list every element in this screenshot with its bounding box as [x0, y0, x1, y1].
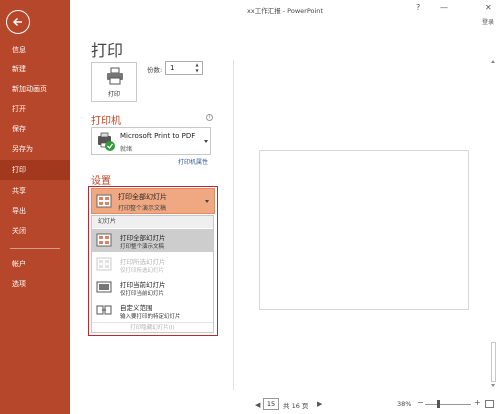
page-title: 打印 [91, 41, 124, 60]
all-slides-icon [96, 233, 112, 247]
title-bar: xx工作汇报 - PowerPoint ? — ✕ [70, 0, 500, 20]
help-button[interactable]: ? [416, 3, 420, 12]
chevron-down-icon [204, 140, 208, 143]
zoom-slider[interactable] [425, 404, 471, 405]
menu-item-custom-range[interactable]: 自定义范围 输入要打印的特定幻灯片 [92, 299, 213, 322]
menu-item-print-all-slides[interactable]: 打印全部幻灯片 打印整个演示文稿 [92, 229, 213, 252]
sidebar-item-save-as[interactable]: 另存为 [0, 139, 70, 159]
menu-item-description: 输入要打印的特定幻灯片 [120, 314, 181, 320]
print-button-label: 打印 [107, 91, 120, 98]
current-slide-icon [96, 281, 112, 293]
back-arrow-icon [12, 17, 22, 27]
zoom-in-icon[interactable]: + [474, 398, 481, 407]
sidebar-item-options[interactable]: 选项 [0, 274, 70, 294]
sidebar-item-new-animation-page[interactable]: 新加动画页 [0, 79, 70, 99]
settings-section-title: 设置 [91, 176, 111, 187]
menu-item-label: 打印全部幻灯片 [120, 234, 166, 242]
printer-icon [107, 67, 123, 85]
sidebar-item-new[interactable]: 新建 [0, 59, 70, 79]
menu-item-label: 自定义范围 [120, 304, 153, 312]
page-number-input[interactable]: 15 [263, 398, 279, 410]
sidebar-item-account[interactable]: 帐户 [0, 254, 70, 274]
preview-scrollbar[interactable] [490, 60, 497, 390]
slides-range-select[interactable]: 打印全部幻灯片 打印整个演示文稿 [91, 188, 215, 214]
minimize-button[interactable]: — [440, 3, 448, 12]
menu-group-header: 幻灯片 [92, 216, 213, 228]
selected-option-description: 打印整个演示文稿 [118, 205, 167, 212]
backstage-sidebar: 信息 新建 新加动画页 打开 保存 另存为 打印 共享 导出 关闭 帐户 选项 [0, 0, 70, 414]
scrollbar-thumb[interactable] [491, 342, 496, 382]
printer-section-title: 打印机 [91, 116, 121, 127]
fit-to-window-icon[interactable] [485, 400, 494, 408]
sidebar-item-close[interactable]: 关闭 [0, 221, 70, 241]
sidebar-item-info[interactable]: 信息 [0, 40, 70, 60]
sidebar-item-share[interactable]: 共享 [0, 181, 70, 201]
menu-item-label: 打印所选幻灯片 [120, 258, 166, 266]
copies-value: 1 [170, 64, 175, 72]
menu-item-print-current-slide[interactable]: 打印当前幻灯片 仅打印当前幻灯片 [92, 276, 213, 299]
previous-page-icon[interactable]: ◀ [255, 401, 260, 409]
menu-item-description: 仅打印当前幻灯片 [120, 291, 165, 297]
printer-properties-link[interactable]: 打印机属性 [178, 157, 208, 166]
info-icon[interactable]: i [206, 114, 213, 121]
decrement-icon[interactable]: ▼ [194, 68, 200, 74]
printer-name: Microsoft Print to PDF [120, 132, 196, 140]
sidebar-item-export[interactable]: 导出 [0, 201, 70, 221]
pane-divider [233, 60, 234, 390]
menu-item-description: 打印整个演示文稿 [120, 244, 165, 250]
printer-select[interactable]: Microsoft Print to PDF 就绪 [91, 127, 211, 155]
custom-range-icon [96, 305, 112, 315]
slide-preview [259, 150, 469, 310]
zoom-level[interactable]: 38% [397, 400, 411, 408]
selected-option-label: 打印全部幻灯片 [118, 193, 167, 201]
next-page-icon[interactable]: ▶ [317, 400, 322, 408]
printer-ready-icon [98, 132, 115, 151]
menu-item-label: 打印当前幻灯片 [120, 281, 166, 289]
copies-label: 份数: [147, 66, 163, 74]
chevron-down-icon [205, 200, 209, 203]
sign-in-link[interactable]: 登录 [482, 17, 494, 26]
zoom-slider-thumb[interactable] [437, 400, 441, 408]
scroll-up-icon[interactable] [491, 60, 495, 63]
slides-range-menu: 幻灯片 打印全部幻灯片 打印整个演示文稿 打印所选幻灯片 仅打印所选幻灯片 打印… [91, 215, 214, 333]
back-button[interactable] [6, 10, 30, 34]
menu-item-print-selected-slides[interactable]: 打印所选幻灯片 仅打印所选幻灯片 [92, 253, 213, 276]
sidebar-item-print[interactable]: 打印 [0, 160, 70, 180]
page-total: 共 16 页 [283, 402, 309, 410]
print-button[interactable]: 打印 [91, 62, 137, 102]
menu-item-description: 仅打印所选幻灯片 [120, 268, 165, 274]
zoom-out-icon[interactable]: − [417, 398, 424, 407]
sidebar-divider [10, 248, 60, 249]
printer-status: 就绪 [120, 146, 133, 153]
sidebar-item-save[interactable]: 保存 [0, 119, 70, 139]
sidebar-item-open[interactable]: 打开 [0, 99, 70, 119]
status-bar: ◀ 15 共 16 页 ▶ 38% − + [233, 396, 500, 414]
close-button[interactable]: ✕ [485, 3, 492, 12]
selected-slides-icon [96, 257, 112, 271]
all-slides-icon [96, 194, 112, 208]
print-hidden-slides-option[interactable]: 打印隐藏幻灯片(I) [92, 322, 213, 332]
copies-stepper[interactable]: 1 ▲ ▼ [165, 61, 203, 75]
scroll-down-icon[interactable] [491, 384, 495, 387]
window-title: xx工作汇报 - PowerPoint [247, 7, 323, 15]
